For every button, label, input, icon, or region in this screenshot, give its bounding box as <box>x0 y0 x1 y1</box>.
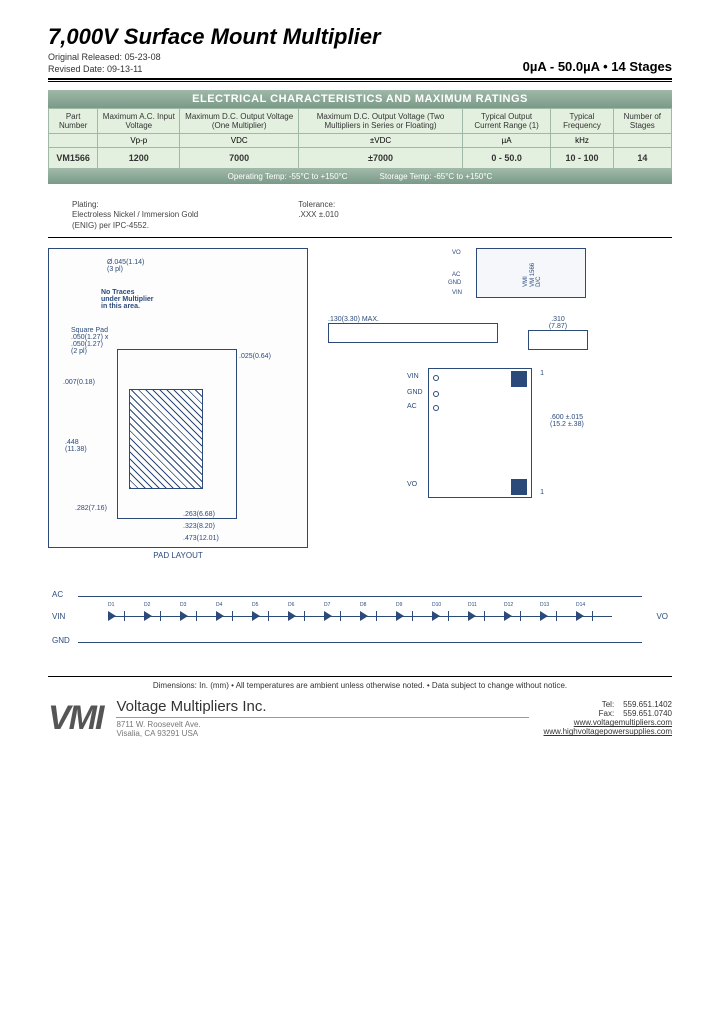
plating-note: Plating: Electroless Nickel / Immersion … <box>72 200 198 231</box>
col-acin: Maximum A.C. Input Voltage <box>98 109 180 134</box>
company-name: Voltage Multipliers Inc. <box>116 698 529 715</box>
page-subtitle: 0µA - 50.0µA • 14 Stages <box>523 59 672 74</box>
revised-line: Revised Date: 09-13-11 <box>48 64 381 74</box>
pad-layout-caption: PAD LAYOUT <box>48 551 308 560</box>
table-row: VM1566 1200 7000 ±7000 0 - 50.0 10 - 100… <box>49 148 672 169</box>
col-part: Part Number <box>49 109 98 134</box>
tolerance-note: Tolerance: .XXX ±.010 <box>298 200 338 231</box>
top-view-diagram: VMIVM 1566D/C <box>476 248 586 298</box>
vmi-logo: VMI <box>48 699 102 738</box>
contact-block: Tel: 559.651.1402 Fax: 559.651.0740 www.… <box>543 700 672 736</box>
footer-note: Dimensions: In. (mm) • All temperatures … <box>48 681 672 690</box>
section-header: ELECTRICAL CHARACTERISTICS AND MAXIMUM R… <box>48 90 672 108</box>
schematic-diagram: AC VIN GND VO D1D2D3D4D5D6D7D8D9D10D11D1… <box>48 580 672 660</box>
electrical-table: Part Number Maximum A.C. Input Voltage M… <box>48 108 672 169</box>
col-stages: Number of Stages <box>613 109 671 134</box>
bottom-view-diagram: VIN GND AC VO 1 1 .600 ±.015(15.2 ±.38) <box>328 368 672 498</box>
col-freq: Typical Frequency <box>551 109 613 134</box>
col-dcout2: Maximum D.C. Output Voltage (Two Multipl… <box>299 109 463 134</box>
col-dcout1: Maximum D.C. Output Voltage (One Multipl… <box>180 109 299 134</box>
col-iout: Typical Output Current Range (1) <box>462 109 550 134</box>
released-line: Original Released: 05-23-08 <box>48 52 381 62</box>
pad-layout-diagram: Ø.045(1.14)(3 pl) No Tracesunder Multipl… <box>48 248 308 548</box>
temp-bar: Operating Temp: -55°C to +150°CStorage T… <box>48 169 672 184</box>
page-title: 7,000V Surface Mount Multiplier <box>48 24 381 50</box>
side-view-diagram: .130(3.30) MAX. .310(7.87) <box>328 316 672 350</box>
address: 8711 W. Roosevelt Ave.Visalia, CA 93291 … <box>116 720 529 738</box>
url-2[interactable]: www.highvoltagepowersupplies.com <box>543 727 672 736</box>
url-1[interactable]: www.voltagemultipliers.com <box>574 718 672 727</box>
